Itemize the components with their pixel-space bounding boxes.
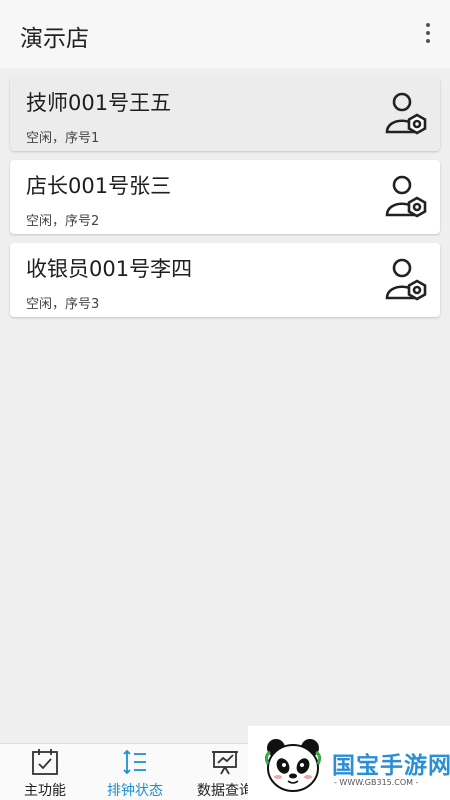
watermark-brand: 国宝手游网 [332, 753, 450, 779]
app-bar: 演示店 [0, 0, 450, 68]
watermark-logo: 国宝手游网 - WWW.GB315.COM - [248, 726, 450, 800]
sort-list-icon [123, 749, 146, 775]
staff-card-2[interactable]: 店长001号张三 空闲，序号2 [10, 160, 440, 234]
more-dot [426, 31, 430, 35]
nav-item-schedule-status[interactable]: 排钟状态 [90, 744, 180, 800]
watermark-url: - WWW.GB315.COM - [334, 778, 419, 787]
panda-logo-icon [264, 739, 322, 792]
nav-label: 数据查询 [197, 783, 253, 799]
staff-status: 空闲，序号1 [26, 131, 100, 146]
more-dot [426, 39, 430, 43]
more-options-button[interactable] [422, 20, 434, 46]
more-vertical-icon [426, 23, 430, 27]
nav-label: 主功能 [24, 783, 66, 799]
calendar-check-icon [32, 749, 58, 775]
staff-list: 技师001号王五 空闲，序号1 店长001号张三 空闲，序号2 收银员001号李… [10, 77, 440, 326]
user-gear-icon[interactable] [384, 174, 430, 220]
nav-item-main[interactable]: 主功能 [0, 744, 90, 800]
nav-label: 排钟状态 [107, 783, 163, 799]
staff-name: 技师001号王五 [26, 91, 172, 115]
user-gear-icon[interactable] [384, 257, 430, 303]
user-gear-icon[interactable] [384, 91, 430, 137]
staff-status: 空闲，序号3 [26, 297, 100, 312]
presentation-chart-icon [212, 751, 238, 775]
staff-card-1[interactable]: 技师001号王五 空闲，序号1 [10, 77, 440, 151]
page-title: 演示店 [20, 26, 89, 52]
staff-name: 店长001号张三 [26, 174, 172, 198]
staff-name: 收银员001号李四 [26, 257, 193, 281]
staff-card-3[interactable]: 收银员001号李四 空闲，序号3 [10, 243, 440, 317]
staff-status: 空闲，序号2 [26, 214, 100, 229]
